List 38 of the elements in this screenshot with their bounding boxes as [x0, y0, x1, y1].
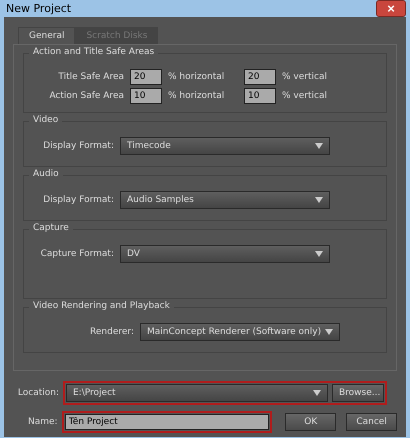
- dialog-button[interactable]: OK: [285, 413, 336, 431]
- field-label: Display Format:: [42, 195, 114, 205]
- dropdown[interactable]: Audio Samples: [120, 191, 330, 209]
- number-field[interactable]: 10: [130, 88, 162, 104]
- field-label: Location:: [16, 388, 59, 398]
- caret-icon: [315, 251, 323, 257]
- section-title: Video Rendering and Playback: [29, 301, 174, 311]
- field-label: Display Format:: [42, 141, 114, 151]
- tab[interactable]: General: [18, 27, 76, 44]
- section-title: Capture: [29, 223, 73, 233]
- browse-button[interactable]: Browse...: [332, 384, 384, 402]
- location-dropdown[interactable]: E:\Project: [66, 384, 328, 402]
- caret-icon: [325, 329, 333, 335]
- dropdown[interactable]: DV: [120, 245, 330, 263]
- field-label: Renderer:: [89, 327, 134, 337]
- name-field[interactable]: Tên Project: [64, 414, 269, 430]
- unit-label: % horizontal: [168, 72, 226, 82]
- number-field[interactable]: 20: [244, 69, 276, 85]
- field-label: Title Safe Area: [57, 72, 124, 82]
- section-title: Audio: [29, 169, 63, 179]
- field-label: Name:: [26, 417, 58, 427]
- caret-icon: [313, 390, 321, 396]
- window-title: New Project: [5, 2, 72, 15]
- number-field[interactable]: 10: [244, 88, 276, 104]
- unit-label: % vertical: [282, 72, 328, 82]
- field-label: Action Safe Area: [48, 91, 124, 101]
- unit-label: % vertical: [282, 91, 328, 101]
- dropdown[interactable]: MainConcept Renderer (Software only): [140, 323, 340, 341]
- close-button[interactable]: ×: [376, 0, 406, 17]
- number-field[interactable]: 20: [130, 69, 162, 85]
- caret-icon: [315, 197, 323, 203]
- dialog-button[interactable]: Cancel: [346, 413, 397, 431]
- dropdown[interactable]: Timecode: [120, 137, 330, 155]
- caret-icon: [315, 143, 323, 149]
- unit-label: % horizontal: [168, 91, 226, 101]
- field-label: Capture Format:: [40, 249, 114, 259]
- section-title: Video: [29, 115, 62, 125]
- section-title: Action and Title Safe Areas: [29, 47, 158, 57]
